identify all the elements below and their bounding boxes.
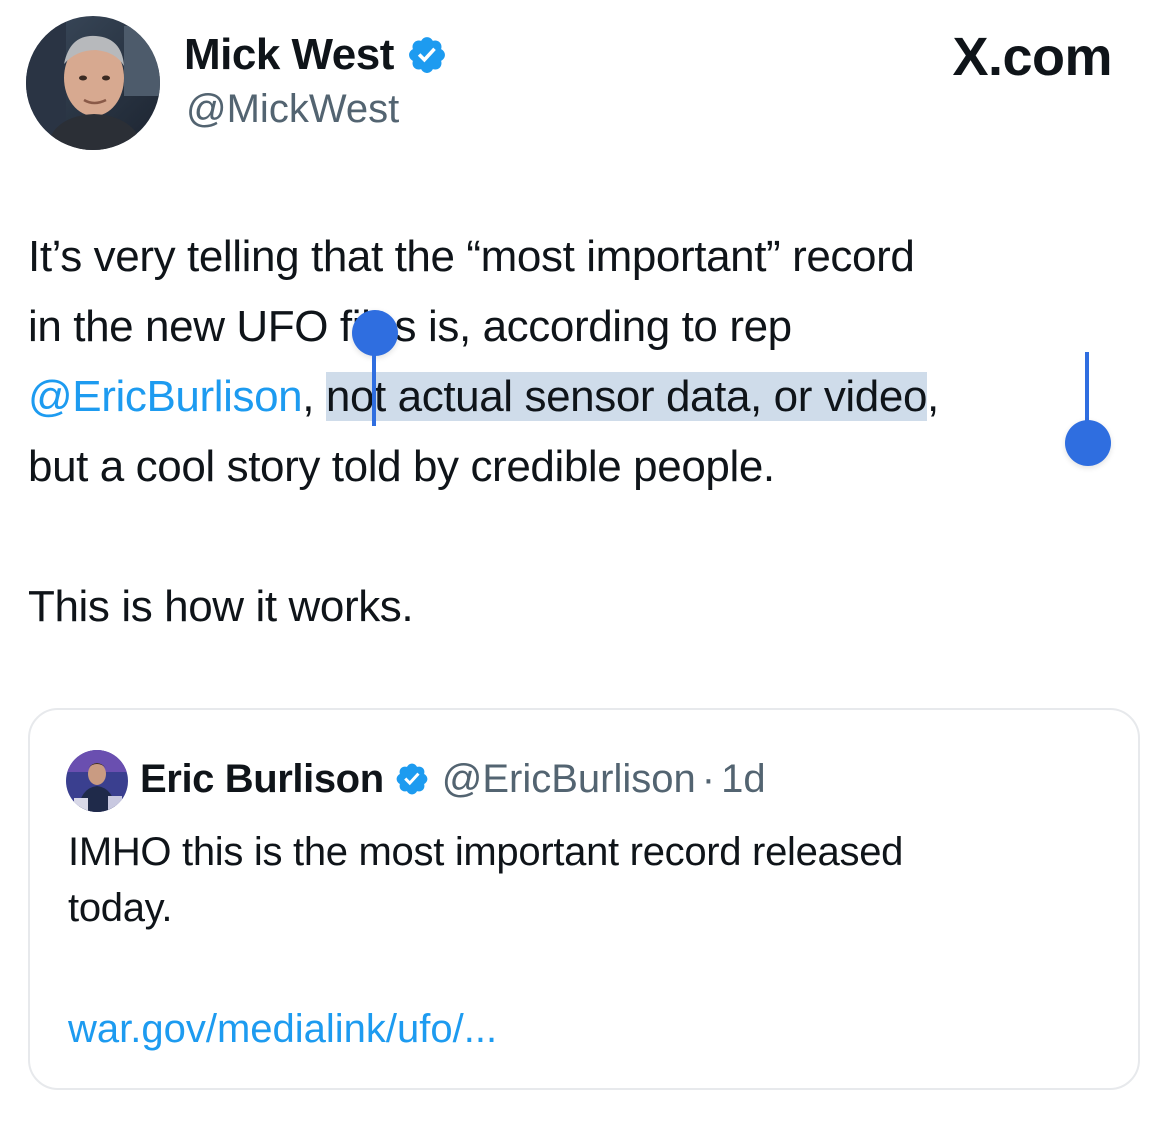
mention-link[interactable]: @EricBurlison	[28, 372, 303, 421]
quote-author-name[interactable]: Eric Burlison	[140, 754, 384, 804]
quote-separator: ·	[701, 757, 716, 801]
author-name[interactable]: Mick West	[184, 28, 394, 82]
x-com-brand: X.com	[952, 26, 1112, 88]
quote-text-line-2: today.	[68, 886, 173, 930]
selection-end-handle-icon[interactable]	[1065, 420, 1111, 466]
quote-link[interactable]: war.gov/medialink/ufo/...	[68, 1004, 497, 1054]
quote-avatar-image	[66, 750, 128, 812]
quote-author-avatar[interactable]	[66, 750, 128, 812]
verified-badge-icon	[408, 37, 445, 73]
mention-suffix: ,	[302, 372, 326, 421]
tweet-line-3: @EricBurlison, not actual sensor data, o…	[28, 362, 1143, 432]
quote-verified-badge-icon	[396, 763, 428, 795]
selection-end-caret[interactable]	[1085, 352, 1089, 426]
selection-start-caret[interactable]	[372, 344, 376, 426]
quoted-tweet-card[interactable]: Eric Burlison @EricBurlison · 1d IMHO th…	[28, 708, 1140, 1090]
tweet-line-6: This is how it works.	[28, 582, 414, 631]
tweet-line-4: but a cool story told by credible people…	[28, 442, 775, 491]
quote-author-handle[interactable]: @EricBurlison	[442, 754, 696, 804]
tweet-line-2: in the new UFO files is, according to re…	[28, 302, 792, 351]
tweet-text: It’s very telling that the “most importa…	[28, 222, 1143, 642]
quote-timestamp[interactable]: 1d	[721, 754, 766, 804]
x-com-brand-label: X.com	[952, 27, 1112, 87]
after-selection: ,	[927, 372, 939, 421]
author-name-row[interactable]: Mick West	[184, 28, 448, 82]
author-avatar-image	[26, 16, 160, 150]
tweet-screenshot: Mick West @MickWest X.com It’s very tell…	[0, 0, 1170, 1123]
tweet-line-1: It’s very telling that the “most importa…	[28, 232, 915, 281]
selected-text[interactable]: not actual sensor data, or video	[325, 372, 927, 421]
author-handle[interactable]: @MickWest	[186, 84, 399, 134]
quote-header: Eric Burlison @EricBurlison · 1d	[140, 754, 766, 804]
author-avatar[interactable]	[26, 16, 160, 150]
quote-text: IMHO this is the most important record r…	[68, 824, 1108, 936]
quote-text-line-1: IMHO this is the most important record r…	[68, 830, 904, 874]
